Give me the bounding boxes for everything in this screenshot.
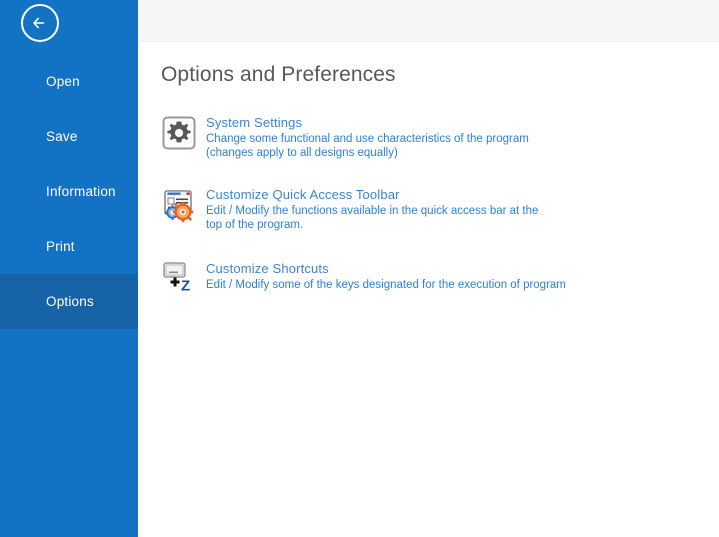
sidebar: Open Save Information Print Options xyxy=(0,0,138,537)
options-list: System Settings Change some functional a… xyxy=(160,114,705,322)
option-item-system-settings[interactable]: System Settings Change some functional a… xyxy=(160,114,705,160)
option-description: Edit / Modify the functions available in… xyxy=(206,205,539,231)
option-heading: System Settings xyxy=(206,115,303,130)
quick-access-toolbar-icon xyxy=(160,186,198,224)
option-heading: Customize Quick Access Toolbar xyxy=(206,187,400,202)
sidebar-item-information[interactable]: Information xyxy=(0,164,138,219)
option-heading: Customize Shortcuts xyxy=(206,261,329,276)
top-bar xyxy=(138,0,719,42)
option-text: System Settings Change some functional a… xyxy=(206,114,554,160)
sidebar-item-print[interactable]: Print xyxy=(0,219,138,274)
sidebar-item-label: Save xyxy=(46,128,78,144)
back-button[interactable] xyxy=(21,4,59,42)
sidebar-item-label: Information xyxy=(46,183,116,199)
option-text: Customize Quick Access Toolbar Edit / Mo… xyxy=(206,186,554,232)
sidebar-item-options[interactable]: Options xyxy=(0,274,138,329)
option-description: Edit / Modify some of the keys designate… xyxy=(206,279,566,291)
sidebar-item-label: Options xyxy=(46,293,94,309)
keyboard-shortcut-icon: Z xyxy=(160,258,198,296)
page-title: Options and Preferences xyxy=(161,63,396,86)
sidebar-item-label: Print xyxy=(46,238,75,254)
svg-text:Z: Z xyxy=(181,278,190,295)
sidebar-item-label: Open xyxy=(46,73,80,89)
sidebar-item-save[interactable]: Save xyxy=(0,109,138,164)
gear-icon xyxy=(160,114,198,152)
option-item-customize-shortcuts[interactable]: Z Customize Shortcuts Edit / Modify some… xyxy=(160,258,705,296)
option-description: Change some functional and use character… xyxy=(206,133,529,159)
sidebar-nav: Open Save Information Print Options xyxy=(0,54,138,329)
back-arrow-icon xyxy=(30,13,50,33)
option-text: Customize Shortcuts Edit / Modify some o… xyxy=(206,258,566,292)
option-item-customize-quick-access-toolbar[interactable]: Customize Quick Access Toolbar Edit / Mo… xyxy=(160,186,705,232)
content-pane: Options and Preferences System Settings … xyxy=(138,42,719,537)
application-window: Open Save Information Print Options Opti… xyxy=(0,0,719,537)
sidebar-item-open[interactable]: Open xyxy=(0,54,138,109)
